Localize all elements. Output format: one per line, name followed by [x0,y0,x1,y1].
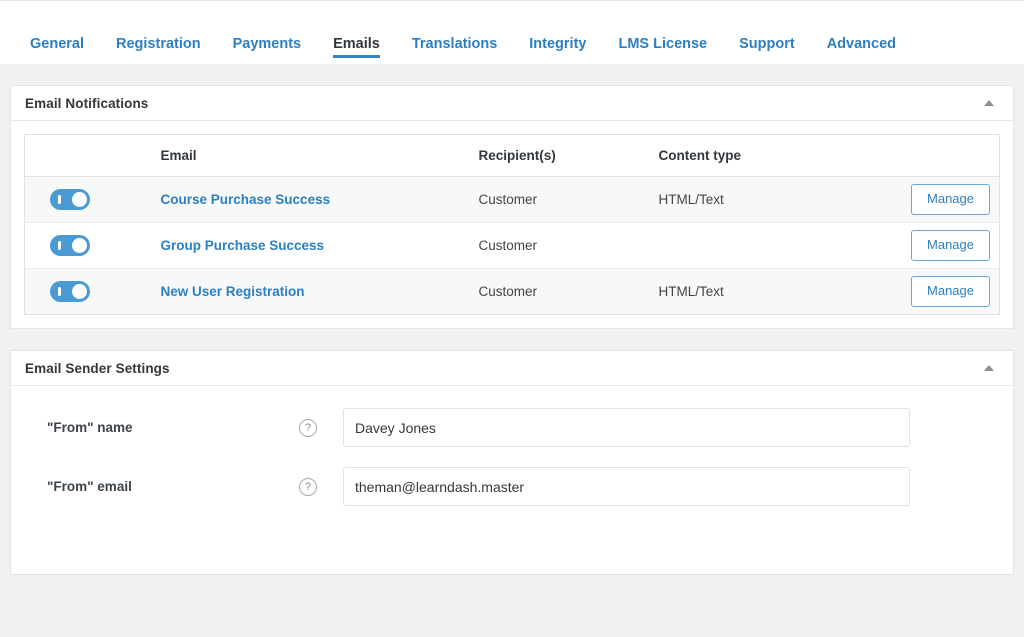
row-recipients-cell: Customer [478,176,659,223]
panel-title: Email Sender Settings [25,360,170,376]
row-toggle-cell [24,222,161,269]
row-recipients-cell: Customer [478,268,659,315]
row-action-cell: Manage [908,176,1000,223]
email-name-link[interactable]: New User Registration [161,284,305,299]
collapse-sender-settings-button[interactable] [975,351,1003,385]
email-notifications-panel-header: Email Notifications [11,86,1013,121]
question-mark-icon[interactable]: ? [299,477,317,496]
from-email-input[interactable] [343,467,910,506]
toggle-bar-icon [58,241,61,250]
row-recipients-cell: Customer [478,222,659,269]
row-email-cell: New User Registration [160,268,479,315]
tab-general[interactable]: General [14,36,100,65]
tab-lms-license[interactable]: LMS License [602,36,723,65]
row-toggle-cell [24,268,161,315]
row-content-type-cell [658,222,909,269]
column-header-actions [908,134,1000,177]
email-notifications-panel: Email Notifications Email Recipient(s) C… [10,85,1014,329]
email-name-link[interactable]: Group Purchase Success [161,238,325,253]
manage-button[interactable]: Manage [911,184,990,215]
table-header: Email Recipient(s) Content type [24,134,1000,177]
caret-up-icon [984,100,994,106]
toggle-knob-icon [72,192,87,207]
caret-up-icon [984,365,994,371]
table-row: Course Purchase Success Customer HTML/Te… [24,176,1000,223]
from-name-label: "From" name [47,420,133,435]
manage-button[interactable]: Manage [911,276,990,307]
toggle-knob-icon [72,284,87,299]
column-header-toggle [24,134,161,177]
row-content-type-cell: HTML/Text [658,268,909,315]
tab-emails[interactable]: Emails [317,36,396,65]
settings-page-body: Email Notifications Email Recipient(s) C… [0,85,1024,575]
table-header-row: Email Recipient(s) Content type [24,134,1000,177]
tab-integrity[interactable]: Integrity [513,36,602,65]
settings-tab-bar: General Registration Payments Emails Tra… [0,0,1024,64]
row-content-type-cell: HTML/Text [658,176,909,223]
tab-registration[interactable]: Registration [100,36,217,65]
question-mark-icon[interactable]: ? [299,418,317,437]
email-notifications-table: Email Recipient(s) Content type Course P… [24,134,1000,315]
row-action-cell: Manage [908,268,1000,315]
toggle-knob-icon [72,238,87,253]
table-row: Group Purchase Success Customer Manage [24,222,1000,269]
email-sender-settings-panel-header: Email Sender Settings [11,351,1013,386]
from-name-input[interactable] [343,408,910,447]
column-header-recipients: Recipient(s) [478,134,659,177]
email-name-link[interactable]: Course Purchase Success [161,192,331,207]
email-enable-toggle[interactable] [50,235,90,256]
collapse-notifications-button[interactable] [975,86,1003,120]
tab-support[interactable]: Support [723,36,811,65]
email-enable-toggle[interactable] [50,189,90,210]
tab-translations[interactable]: Translations [396,36,513,65]
email-notifications-panel-body: Email Recipient(s) Content type Course P… [11,121,1013,328]
from-email-field-row: "From" email ? [24,467,1000,506]
tab-payments[interactable]: Payments [217,36,318,65]
email-sender-settings-panel-body: "From" name ? "From" email ? [11,386,1013,574]
row-email-cell: Group Purchase Success [160,222,479,269]
row-email-cell: Course Purchase Success [160,176,479,223]
email-enable-toggle[interactable] [50,281,90,302]
toggle-bar-icon [58,287,61,296]
row-action-cell: Manage [908,222,1000,269]
email-sender-settings-panel: Email Sender Settings "From" name ? "Fro… [10,350,1014,575]
manage-button[interactable]: Manage [911,230,990,261]
from-name-field-row: "From" name ? [24,408,1000,447]
tab-advanced[interactable]: Advanced [811,36,912,65]
column-header-email: Email [160,134,479,177]
panel-title: Email Notifications [25,95,149,111]
table-row: New User Registration Customer HTML/Text… [24,268,1000,315]
row-toggle-cell [24,176,161,223]
column-header-content-type: Content type [658,134,909,177]
from-email-label: "From" email [47,479,132,494]
toggle-bar-icon [58,195,61,204]
table-body: Course Purchase Success Customer HTML/Te… [24,176,1000,315]
